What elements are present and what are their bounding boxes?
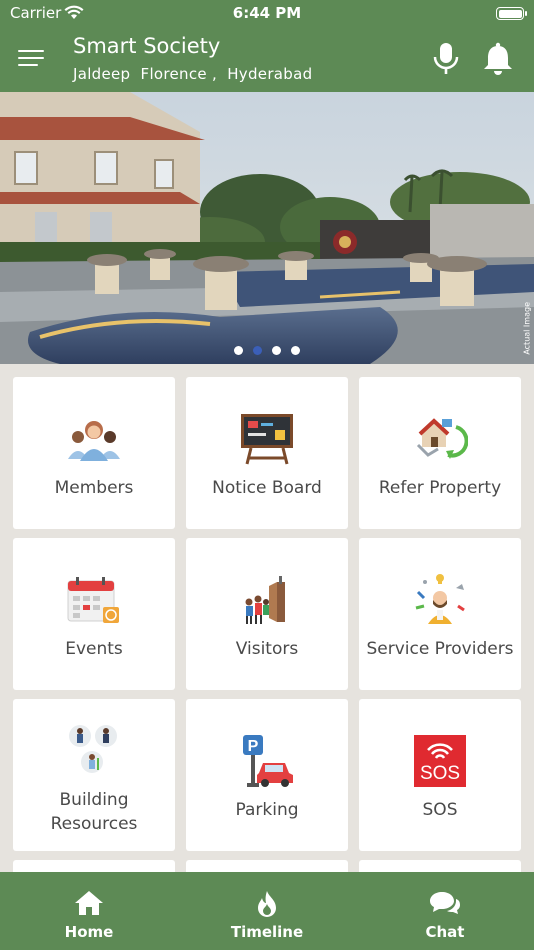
tile-label: Building Resources — [13, 788, 175, 836]
parking-icon: P — [186, 733, 348, 789]
tab-label: Timeline — [230, 923, 304, 941]
battery-icon — [496, 7, 527, 20]
tile-label: Service Providers — [366, 639, 514, 659]
service-providers-tile[interactable]: Service Providers — [359, 538, 521, 690]
members-icon — [13, 411, 175, 467]
sos-tile[interactable]: SOS SOS — [359, 699, 521, 851]
home-icon — [0, 890, 178, 918]
tile-label-line: Resources — [50, 814, 138, 834]
tab-timeline[interactable]: Timeline — [178, 872, 356, 950]
banner-image — [0, 92, 534, 364]
society-location: Jaldeep Florence , Hyderabad — [73, 65, 313, 83]
members-tile[interactable]: Members — [13, 377, 175, 529]
tab-chat[interactable]: Chat — [356, 872, 534, 950]
app-title: Smart Society — [73, 34, 221, 58]
carousel-dot[interactable] — [291, 346, 300, 355]
visitors-tile[interactable]: Visitors — [186, 538, 348, 690]
building-resources-tile[interactable]: Building Resources — [13, 699, 175, 851]
tile-label-line: Building — [59, 790, 129, 810]
notice-board-tile[interactable]: Notice Board — [186, 377, 348, 529]
sos-badge-text: SOS — [420, 763, 460, 784]
flame-icon — [178, 890, 356, 918]
sos-icon: SOS — [359, 733, 521, 789]
events-tile[interactable]: Events — [13, 538, 175, 690]
app-header: Smart Society Jaldeep Florence , Hyderab… — [0, 26, 534, 92]
tab-label: Home — [64, 923, 114, 941]
carousel-dot-active[interactable] — [253, 346, 262, 355]
tile-label: SOS — [422, 800, 458, 820]
parking-tile[interactable]: P Parking — [186, 699, 348, 851]
tile-label: Notice Board — [212, 478, 322, 498]
refer-property-icon — [359, 411, 521, 467]
hamburger-icon[interactable] — [18, 48, 44, 68]
tab-label: Chat — [425, 923, 465, 941]
tile-label: Parking — [235, 800, 299, 820]
tile-label: Visitors — [235, 639, 299, 659]
calendar-icon — [13, 572, 175, 628]
banner-caption: Actual Image — [523, 302, 532, 355]
building-resources-icon — [13, 721, 175, 777]
carousel-dot[interactable] — [272, 346, 281, 355]
chat-icon — [356, 890, 534, 918]
banner-carousel[interactable]: Actual Image — [0, 92, 534, 364]
status-bar: Carrier 6:44 PM — [0, 0, 534, 26]
microphone-icon[interactable] — [432, 42, 460, 76]
tab-home[interactable]: Home — [0, 872, 178, 950]
refer-property-tile[interactable]: Refer Property — [359, 377, 521, 529]
visitors-icon — [186, 572, 348, 628]
tile-label: Refer Property — [378, 478, 502, 498]
carousel-dots[interactable] — [0, 340, 534, 359]
tile-label: Members — [54, 478, 134, 498]
tile-label: Events — [65, 639, 123, 659]
clock: 6:44 PM — [232, 4, 302, 22]
svg-text:P: P — [248, 738, 259, 755]
bell-icon[interactable] — [482, 42, 514, 76]
carousel-dot[interactable] — [234, 346, 243, 355]
service-providers-icon — [359, 572, 521, 628]
bottom-tab-bar: Home Timeline Chat — [0, 872, 534, 950]
notice-board-icon — [186, 411, 348, 467]
